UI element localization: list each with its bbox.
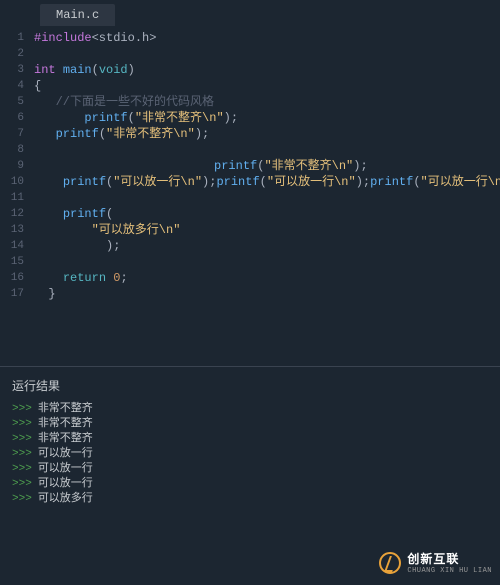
line-number: 16 [0,270,24,286]
output-prompt: >>> [12,433,32,445]
output-text: 非常不整齐 [38,418,93,430]
code-line[interactable]: "可以放多行\n" [34,222,500,238]
output-line: >>> 非常不整齐 [12,417,488,432]
code-line[interactable]: int main(void) [34,62,500,78]
line-number-gutter: 1▾234▾567891011121314151617 [0,30,28,366]
output-prompt: >>> [12,493,32,505]
output-line: >>> 可以放一行 [12,477,488,492]
code-line[interactable]: printf("非常不整齐\n"); [34,158,500,174]
code-line[interactable] [34,254,500,270]
code-line[interactable]: printf("非常不整齐\n"); [34,110,500,126]
code-line[interactable] [34,190,500,206]
line-number: 14 [0,238,24,254]
output-text: 可以放一行 [38,478,93,490]
watermark-sub-text: CHUANG XIN HU LIAN [407,567,492,575]
output-prompt: >>> [12,403,32,415]
code-content[interactable]: #include<stdio.h> int main(void){ //下面是一些… [28,30,500,366]
line-number: 1▾ [0,30,24,46]
output-line: >>> 可以放多行 [12,492,488,507]
line-number: 12 [0,206,24,222]
line-number: 3 [0,62,24,78]
line-number: 15 [0,254,24,270]
code-line[interactable]: { [34,78,500,94]
code-line[interactable]: } [34,286,500,302]
code-line[interactable]: //下面是一些不好的代码风格 [34,94,500,110]
line-number: 8 [0,142,24,158]
output-line: >>> 可以放一行 [12,447,488,462]
code-line[interactable]: #include<stdio.h> [34,30,500,46]
output-line: >>> 非常不整齐 [12,432,488,447]
watermark-icon [379,552,401,574]
output-panel: 运行结果 >>>非常不整齐>>>非常不整齐>>>非常不整齐>>>可以放一行>>>… [0,366,500,513]
tab-bar: Main.c [0,0,500,26]
output-lines: >>> 非常不整齐 >>> 非常不整齐 >>> 非常不整齐 >>> 可以放一行 >>> 可以放一行… [12,402,488,507]
line-number: 17 [0,286,24,302]
line-number: 6 [0,110,24,126]
output-text: 非常不整齐 [38,403,93,415]
output-text: 可以放一行 [38,463,93,475]
code-line[interactable]: return 0; [34,270,500,286]
line-number: 11 [0,190,24,206]
code-line[interactable]: printf("可以放一行\n");printf("可以放一行\n");prin… [34,174,500,190]
code-line[interactable]: printf("非常不整齐\n"); [34,126,500,142]
output-line: >>> 可以放一行 [12,462,488,477]
line-number: 9 [0,158,24,174]
watermark-main-text: 创新互联 [407,550,492,567]
output-line: >>> 非常不整齐 [12,402,488,417]
output-text: 非常不整齐 [38,433,93,445]
output-title: 运行结果 [12,377,488,394]
code-line[interactable]: ); [34,238,500,254]
line-number: 13 [0,222,24,238]
output-prompt: >>> [12,478,32,490]
output-prompt: >>> [12,463,32,475]
line-number: 5 [0,94,24,110]
output-text: 可以放一行 [38,448,93,460]
line-number: 2 [0,46,24,62]
output-text: 可以放多行 [38,493,93,505]
code-line[interactable]: printf( [34,206,500,222]
code-line[interactable] [34,142,500,158]
output-prompt: >>> [12,418,32,430]
line-number: 10 [0,174,24,190]
watermark: 创新互联 CHUANG XIN HU LIAN [379,550,492,575]
line-number: 4▾ [0,78,24,94]
line-number: 7 [0,126,24,142]
code-line[interactable] [34,46,500,62]
tab-main-c[interactable]: Main.c [40,4,115,26]
output-prompt: >>> [12,448,32,460]
code-editor[interactable]: 1▾234▾567891011121314151617 #include<std… [0,26,500,366]
